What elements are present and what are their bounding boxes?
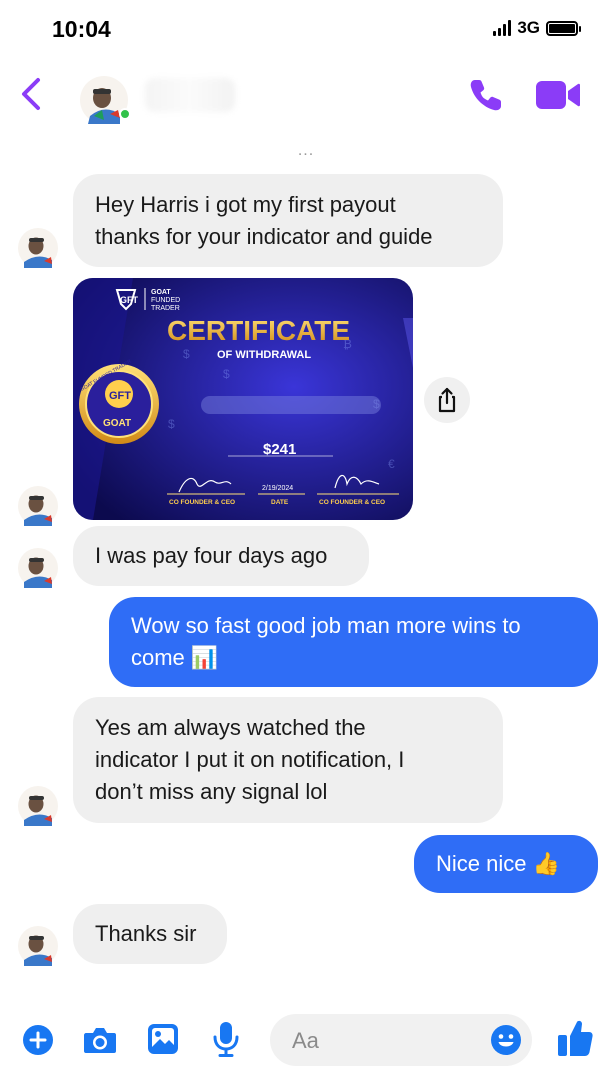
- phone-icon[interactable]: [466, 75, 506, 115]
- avatar: [18, 786, 58, 826]
- signal-strength-icon: [493, 20, 512, 36]
- message-line: Hey Harris i got my first payout: [95, 191, 396, 217]
- contact-name[interactable]: [145, 78, 235, 112]
- message-line: Wow so fast good job man more wins to: [131, 613, 521, 638]
- svg-text:GFT: GFT: [120, 295, 138, 305]
- microphone-icon[interactable]: [212, 1020, 240, 1058]
- message-line: I was pay four days ago: [95, 543, 328, 568]
- avatar: [18, 228, 58, 268]
- avatar: [18, 548, 58, 588]
- network-type: 3G: [517, 18, 540, 37]
- message-input-placeholder: Aa: [292, 1028, 319, 1053]
- message-bubble[interactable]: I was pay four days ago: [73, 526, 369, 586]
- composer-bar: Aa: [0, 1006, 612, 1080]
- svg-text:GFT: GFT: [109, 390, 131, 402]
- emoji-icon[interactable]: [490, 1024, 522, 1056]
- message-bubble[interactable]: Thanks sir: [73, 904, 227, 964]
- plus-icon[interactable]: [22, 1024, 54, 1056]
- video-icon[interactable]: [534, 78, 582, 112]
- status-bar: 10:04 3G: [0, 0, 612, 58]
- certificate-subtitle: OF WITHDRAWAL: [217, 349, 311, 361]
- message-bubble[interactable]: Nice nice 👍: [414, 835, 598, 893]
- back-chevron-icon[interactable]: [16, 74, 48, 114]
- battery-icon: [546, 20, 581, 36]
- avatar: [18, 486, 58, 526]
- message-input[interactable]: Aa: [270, 1014, 532, 1066]
- status-time: 10:04: [52, 16, 111, 42]
- share-button[interactable]: [424, 377, 470, 423]
- message-line: Yes am always watched the: [95, 715, 366, 740]
- thumbs-up-icon[interactable]: [556, 1018, 594, 1058]
- brand-line: GOAT: [151, 289, 171, 296]
- svg-text:$: $: [223, 367, 230, 381]
- message-bubble[interactable]: Hey Harris i got my first payout thanks …: [73, 174, 503, 267]
- avatar: [18, 926, 58, 966]
- gallery-icon[interactable]: [146, 1022, 180, 1056]
- message-line: thanks for your indicator and guide: [95, 223, 433, 249]
- svg-text:€: €: [388, 457, 395, 471]
- message-line: Nice nice 👍: [436, 851, 560, 876]
- certificate-title: CERTIFICATE: [167, 315, 350, 346]
- left-role: CO FOUNDER & CEO: [169, 499, 235, 506]
- date-label: DATE: [271, 499, 289, 506]
- brand-line: FUNDED: [151, 297, 180, 304]
- message-line: indicator I put it on notification, I: [95, 747, 405, 772]
- chat-header: [0, 58, 612, 138]
- certificate-date: 2/19/2024: [262, 485, 293, 492]
- certificate-image[interactable]: $ $ $ $ ₿ € GFT GOAT FUNDED TRADER CERTIFICAT…: [73, 278, 413, 520]
- message-bubble[interactable]: Wow so fast good job man more wins to co…: [109, 597, 598, 687]
- brand-line: TRADER: [151, 305, 180, 312]
- right-role: CO FOUNDER & CEO: [319, 499, 385, 506]
- share-icon: [438, 387, 456, 413]
- status-indicators: 3G: [493, 18, 581, 38]
- message-line: Thanks sir: [95, 921, 197, 946]
- online-status-dot: [119, 108, 131, 120]
- seal-text: GOAT: [103, 418, 131, 429]
- svg-text:$: $: [183, 347, 190, 361]
- payout-amount: $241: [263, 441, 296, 458]
- message-bubble[interactable]: Yes am always watched the indicator I pu…: [73, 697, 503, 823]
- camera-icon[interactable]: [82, 1024, 118, 1056]
- thread-overflow-dots: ...: [297, 142, 315, 159]
- message-line: come 📊: [131, 645, 219, 670]
- message-line: don’t miss any signal lol: [95, 779, 328, 804]
- svg-text:$: $: [168, 417, 175, 431]
